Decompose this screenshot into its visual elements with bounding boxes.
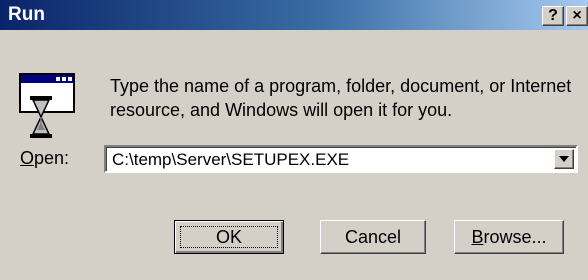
browse-label-accel: B [471,227,484,247]
run-icon [19,73,75,138]
open-label-accel: O [20,148,35,168]
run-dialog: Run ? × Type the name of a program, fold… [0,0,588,280]
dropdown-button[interactable] [554,149,574,169]
cancel-button[interactable]: Cancel [320,220,426,254]
title-bar[interactable]: Run ? × [0,0,588,30]
open-label-rest: pen: [34,148,70,168]
open-combobox[interactable]: C:\temp\Server\SETUPEX.EXE [104,145,578,173]
browse-label-rest: rowse... [483,227,547,247]
help-button[interactable]: ? [542,6,564,26]
open-label: Open: [20,146,69,170]
ok-label: OK [215,227,242,247]
browse-button[interactable]: Browse... [454,220,564,254]
close-button[interactable]: × [566,6,588,26]
window-title: Run [8,4,45,25]
chevron-down-icon [559,156,569,162]
ok-button[interactable]: OK [174,220,284,254]
open-input[interactable]: C:\temp\Server\SETUPEX.EXE [112,148,349,172]
instruction-text: Type the name of a program, folder, docu… [110,76,572,120]
